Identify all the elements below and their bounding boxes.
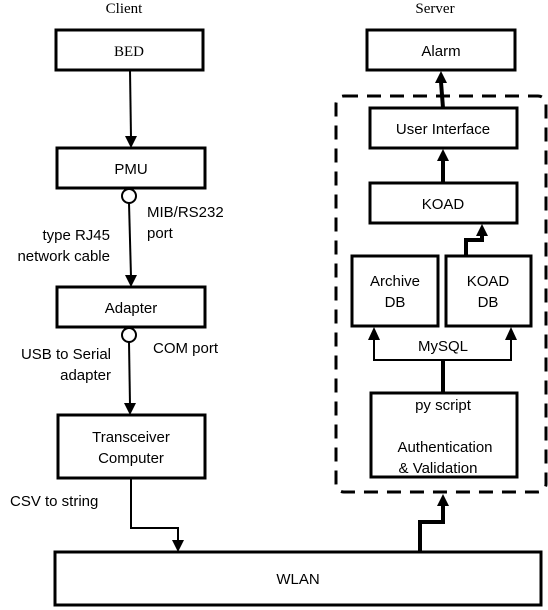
pmu-label: PMU (114, 161, 147, 178)
bed-node: BED (54, 28, 205, 72)
wlan-to-server-arrow (418, 494, 449, 552)
csv-to-string-label: CSV to string (10, 493, 98, 510)
arrowhead-icon (124, 403, 136, 415)
rj45-label-line1: type RJ45 (42, 227, 110, 244)
koad-to-ui-arrow (437, 149, 449, 183)
alarm-node: Alarm (365, 28, 517, 72)
koad-db-label-line1: KOAD (467, 273, 510, 290)
usb-serial-label-line1: USB to Serial (21, 346, 111, 363)
usb-serial-label-line2: adapter (60, 367, 111, 384)
pmu-node: PMU (55, 146, 207, 190)
mysql-label: MySQL (418, 338, 468, 355)
wlan-node: WLAN (53, 550, 543, 607)
rj45-label-line2: network cable (17, 248, 110, 265)
koaddb-to-koad-arrow (464, 224, 488, 256)
py-script-node: py script Authentication & Validation (369, 391, 519, 479)
mib-port-label-line1: MIB/RS232 (147, 204, 224, 221)
alarm-label: Alarm (421, 43, 460, 60)
adapter-node: Adapter (55, 285, 207, 329)
client-header: Client (106, 1, 143, 17)
arrowhead-icon (172, 540, 184, 552)
archive-db-node: Archive DB (350, 254, 440, 328)
archive-db-label-line1: Archive (370, 273, 420, 290)
archive-db-label-line2: DB (385, 294, 406, 311)
pyscript-to-databases-arrows (368, 327, 517, 393)
arrowhead-icon (476, 224, 488, 236)
bed-to-pmu-arrow (125, 69, 137, 148)
transceiver-label-line1: Transceiver (92, 429, 170, 446)
user-interface-label: User Interface (396, 121, 490, 138)
system-architecture-diagram: Client Server BED PMU MIB/RS232 port typ… (10, 1, 548, 607)
arrowhead-icon (505, 327, 517, 340)
mib-port-icon (121, 188, 137, 204)
bed-label: BED (114, 44, 144, 60)
koad-db-label-line2: DB (478, 294, 499, 311)
arrowhead-icon (435, 71, 447, 83)
com-port-label: COM port (153, 340, 219, 357)
transceiver-computer-node: Transceiver Computer (56, 413, 207, 480)
arrowhead-icon (368, 327, 380, 340)
user-interface-node: User Interface (368, 106, 519, 150)
server-header: Server (415, 1, 454, 17)
arrowhead-icon (125, 136, 137, 148)
mib-port-label-line2: port (147, 225, 174, 242)
adapter-to-transceiver-arrow (124, 341, 136, 415)
py-script-label: py script (415, 397, 472, 414)
transceiver-label-line2: Computer (98, 450, 164, 467)
arrowhead-icon (125, 275, 137, 287)
wlan-label: WLAN (276, 571, 319, 588)
ui-to-alarm-arrow (435, 71, 447, 109)
authentication-label-line2: & Validation (399, 460, 478, 477)
koad-label: KOAD (422, 196, 465, 213)
arrowhead-icon (437, 149, 449, 161)
adapter-label: Adapter (105, 300, 158, 317)
com-port-icon (121, 327, 137, 343)
arrowhead-icon (437, 494, 449, 506)
koad-db-node: KOAD DB (444, 254, 533, 328)
transceiver-to-wlan-arrow (130, 478, 184, 552)
authentication-label-line1: Authentication (397, 439, 492, 456)
koad-node: KOAD (368, 181, 519, 225)
pmu-to-adapter-arrow (125, 202, 137, 287)
